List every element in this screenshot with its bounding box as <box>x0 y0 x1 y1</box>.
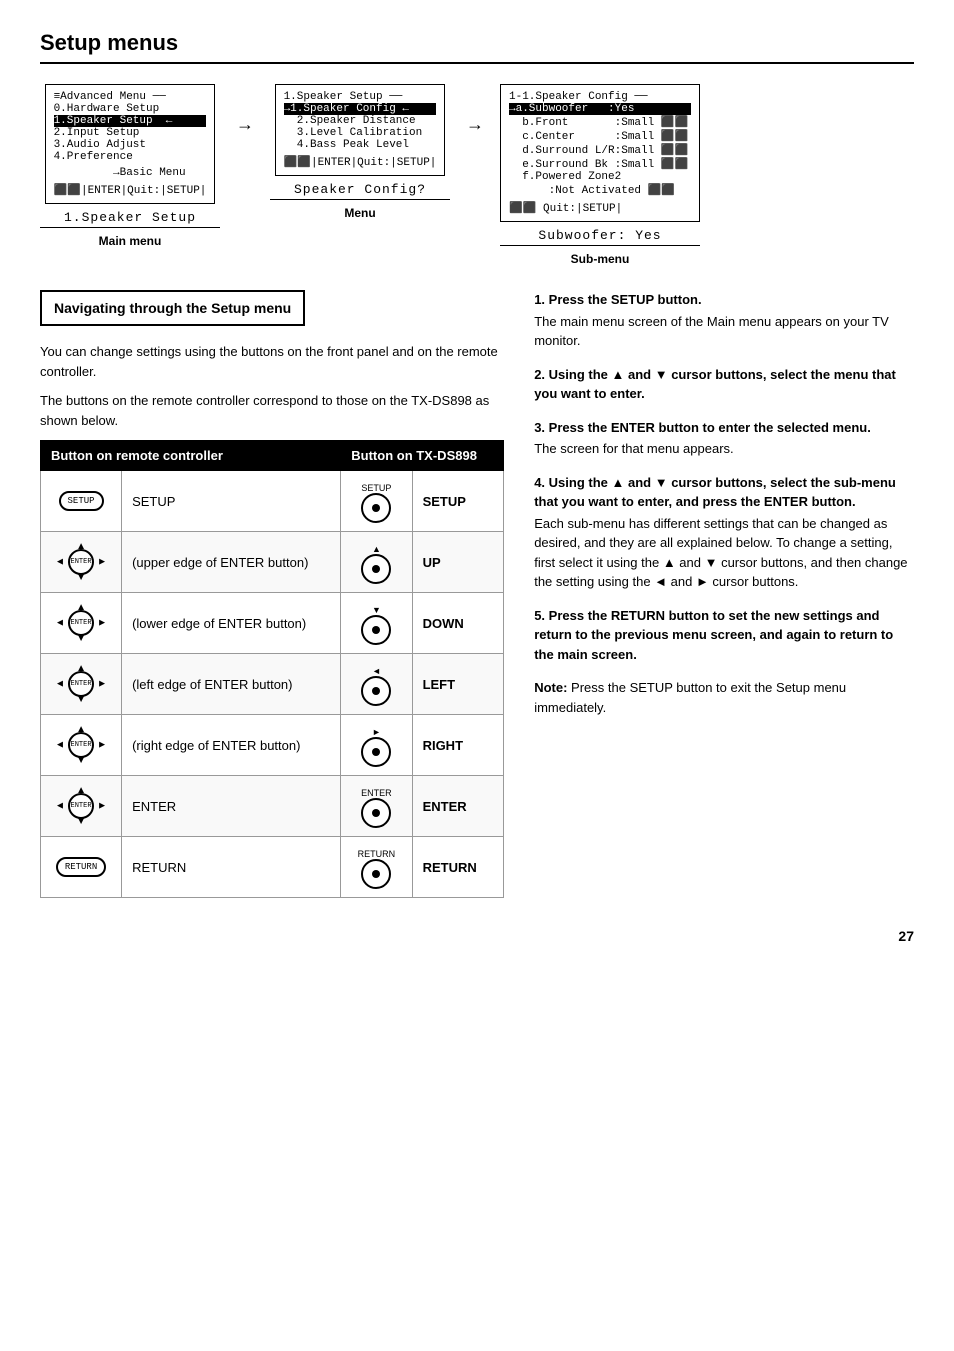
tx-label-cell: RETURN <box>412 837 504 898</box>
tx-icon-cell: RETURN <box>341 837 412 898</box>
step-bold: Using the ▲ and ▼ cursor buttons, select… <box>534 475 896 510</box>
remote-icon-cell: ▲ ▼ ◄ ► ENTER <box>41 776 122 837</box>
step-bold: Press the ENTER button to enter the sele… <box>549 420 871 435</box>
submenu-line-d: d.Surround L/R:Small ⬛⬛ <box>509 143 691 157</box>
submenu-line-a: →a.Subwoofer :Yes <box>509 103 691 115</box>
remote-label-cell: (left edge of ENTER button) <box>122 654 341 715</box>
tx-icon-cell: SETUP <box>341 471 412 532</box>
menu-label: Menu <box>344 206 375 220</box>
remote-label-cell: (lower edge of ENTER button) <box>122 593 341 654</box>
main-menu-line2: 2.Input Setup <box>54 127 207 139</box>
submenu-title: 1-1.Speaker Config ── <box>509 91 691 103</box>
step-detail: The main menu screen of the Main menu ap… <box>534 312 914 351</box>
remote-icon-cell: ▲ ▼ ◄ ► ENTER <box>41 654 122 715</box>
page-title: Setup menus <box>40 30 914 64</box>
tx-label-cell: UP <box>412 532 504 593</box>
menu-title: 1.Speaker Setup ── <box>284 91 437 103</box>
menu-lcd: Speaker Config? <box>270 182 450 200</box>
step-bold: Press the SETUP button. <box>549 292 702 307</box>
remote-icon-cell: ▲ ▼ ◄ ► ENTER <box>41 715 122 776</box>
tx-label-cell: DOWN <box>412 593 504 654</box>
tx-label-cell: RIGHT <box>412 715 504 776</box>
main-menu-lcd: 1.Speaker Setup <box>40 210 220 228</box>
page-number: 27 <box>40 928 914 944</box>
tx-icon-cell: ► <box>341 715 412 776</box>
main-menu-line3: 3.Audio Adjust <box>54 139 207 151</box>
submenu-line-b: b.Front :Small ⬛⬛ <box>509 115 691 129</box>
section-header-box: Navigating through the Setup menu <box>40 290 305 326</box>
remote-icon-cell: ▲ ▼ ◄ ► ENTER <box>41 532 122 593</box>
main-menu-box: ≡Advanced Menu ── 0.Hardware Setup 1.Spe… <box>45 84 216 204</box>
button-table: Button on remote controller Button on TX… <box>40 440 504 898</box>
step-number: 2. <box>534 367 545 382</box>
main-menu-line1: 1.Speaker Setup ← <box>54 115 207 127</box>
step-detail: The screen for that menu appears. <box>534 439 914 459</box>
tx-label-cell: ENTER <box>412 776 504 837</box>
step-item: 3. Press the ENTER button to enter the s… <box>534 418 914 459</box>
remote-icon-cell: ▲ ▼ ◄ ► ENTER <box>41 593 122 654</box>
arrow-1: → <box>236 84 254 135</box>
remote-icon-cell: RETURN <box>41 837 122 898</box>
menu-line1: →1.Speaker Config ← <box>284 103 437 115</box>
menu-box: 1.Speaker Setup ── →1.Speaker Config ← 2… <box>275 84 446 176</box>
right-column: 1. Press the SETUP button. The main menu … <box>534 290 914 898</box>
desc2: The buttons on the remote controller cor… <box>40 391 504 430</box>
arrow-2: → <box>466 84 484 135</box>
menu-controls: ⬛⬛|ENTER|Quit:|SETUP| <box>284 155 437 169</box>
main-menu-line4: 4.Preference <box>54 151 207 163</box>
submenu-lcd: Subwoofer: Yes <box>500 228 700 246</box>
main-menu-label: Main menu <box>99 234 162 248</box>
submenu-line-e: e.Surround Bk :Small ⬛⬛ <box>509 157 691 171</box>
tx-label-cell: LEFT <box>412 654 504 715</box>
submenu-line-f: f.Powered Zone2 <box>509 171 691 183</box>
tx-icon-cell: ▲ <box>341 532 412 593</box>
col2-header: Button on TX-DS898 <box>341 441 504 471</box>
tx-icon-cell: ▼ <box>341 593 412 654</box>
step-item: 2. Using the ▲ and ▼ cursor buttons, sel… <box>534 365 914 404</box>
submenu-line-c: c.Center :Small ⬛⬛ <box>509 129 691 143</box>
note-label: Note: <box>534 680 567 695</box>
remote-label-cell: SETUP <box>122 471 341 532</box>
tx-label-cell: SETUP <box>412 471 504 532</box>
remote-icon-cell: SETUP <box>41 471 122 532</box>
step-number: 1. <box>534 292 545 307</box>
menu-line4: 4.Bass Peak Level <box>284 139 437 151</box>
note: Note: Press the SETUP button to exit the… <box>534 678 914 717</box>
main-menu-title: ≡Advanced Menu ── <box>54 91 207 103</box>
remote-label-cell: (upper edge of ENTER button) <box>122 532 341 593</box>
tx-icon-cell: ENTER <box>341 776 412 837</box>
menu-line2: 2.Speaker Distance <box>284 115 437 127</box>
submenu-controls: ⬛⬛ Quit:|SETUP| <box>509 201 691 215</box>
remote-label-cell: ENTER <box>122 776 341 837</box>
main-menu-line0: 0.Hardware Setup <box>54 103 207 115</box>
menu-diagram: 1.Speaker Setup ── →1.Speaker Config ← 2… <box>270 84 450 220</box>
step-bold: Press the RETURN button to set the new s… <box>534 608 893 662</box>
left-column: Navigating through the Setup menu You ca… <box>40 290 504 898</box>
note-text: Press the SETUP button to exit the Setup… <box>534 680 846 715</box>
main-menu-diagram: ≡Advanced Menu ── 0.Hardware Setup 1.Spe… <box>40 84 220 248</box>
step-number: 4. <box>534 475 545 490</box>
remote-label-cell: (right edge of ENTER button) <box>122 715 341 776</box>
step-detail: Each sub-menu has different settings tha… <box>534 514 914 592</box>
tx-icon-cell: ◄ <box>341 654 412 715</box>
desc1: You can change settings using the button… <box>40 342 504 381</box>
step-number: 3. <box>534 420 545 435</box>
submenu-diagram: 1-1.Speaker Config ── →a.Subwoofer :Yes … <box>500 84 700 266</box>
menu-line3: 3.Level Calibration <box>284 127 437 139</box>
step-bold: Using the ▲ and ▼ cursor buttons, select… <box>534 367 896 402</box>
step-item: 5. Press the RETURN button to set the ne… <box>534 606 914 665</box>
main-menu-footer: →Basic Menu <box>54 167 207 179</box>
submenu-label: Sub-menu <box>571 252 630 266</box>
main-menu-controls: ⬛⬛|ENTER|Quit:|SETUP| <box>54 183 207 197</box>
col1-header: Button on remote controller <box>41 441 341 471</box>
steps-list: 1. Press the SETUP button. The main menu … <box>534 290 914 664</box>
two-col-layout: Navigating through the Setup menu You ca… <box>40 290 914 898</box>
step-number: 5. <box>534 608 545 623</box>
step-item: 4. Using the ▲ and ▼ cursor buttons, sel… <box>534 473 914 592</box>
submenu-box: 1-1.Speaker Config ── →a.Subwoofer :Yes … <box>500 84 700 222</box>
submenu-line-f2: :Not Activated ⬛⬛ <box>509 183 691 197</box>
remote-label-cell: RETURN <box>122 837 341 898</box>
menu-diagrams: ≡Advanced Menu ── 0.Hardware Setup 1.Spe… <box>40 84 914 266</box>
step-item: 1. Press the SETUP button. The main menu … <box>534 290 914 351</box>
